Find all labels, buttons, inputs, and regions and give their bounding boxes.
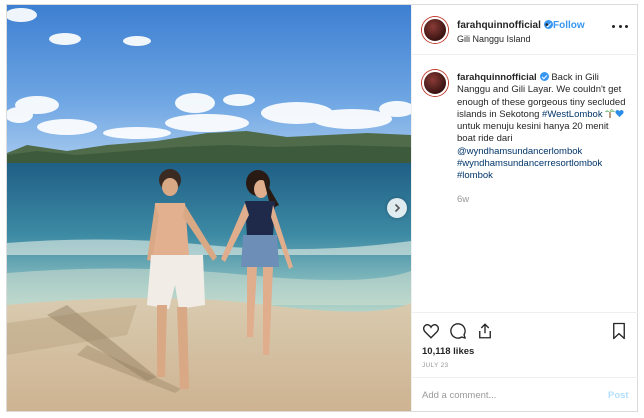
caption-username[interactable]: farahquinnofficial — [457, 72, 537, 83]
likes-count[interactable]: 10,118 likes — [422, 346, 474, 357]
bookmark-icon — [613, 322, 625, 340]
comment-input[interactable] — [422, 387, 592, 403]
caption-section: farahquinnofficial Back in Gili Nanggu a… — [412, 56, 638, 312]
blue-heart-icon — [615, 109, 624, 117]
share-button[interactable] — [476, 322, 494, 340]
heart-icon — [422, 323, 440, 339]
separator-dot: • — [545, 20, 549, 31]
post-side-panel: farahquinnofficial • Follow Gili Nanggu … — [411, 5, 638, 411]
save-button[interactable] — [610, 322, 628, 340]
post-photo[interactable] — [7, 5, 411, 411]
hashtag-lombok[interactable]: #lombok — [457, 170, 493, 181]
comment-icon — [450, 323, 466, 339]
location-link[interactable]: Gili Nanggu Island — [457, 34, 531, 44]
caption-avatar[interactable] — [422, 70, 448, 96]
hashtag-resort[interactable]: #wyndhamsundancerresortlombok — [457, 158, 602, 169]
palm-tree-icon — [605, 108, 616, 118]
chevron-right-icon — [394, 203, 401, 213]
username-link[interactable]: farahquinnofficial — [457, 20, 553, 31]
post-header: farahquinnofficial • Follow Gili Nanggu … — [412, 5, 638, 55]
caption-body-2: untuk menuju kesini hanya 20 menit boat … — [457, 121, 609, 145]
avatar[interactable] — [422, 17, 448, 43]
comment-button[interactable] — [449, 322, 467, 340]
post-comment-button[interactable]: Post — [608, 390, 629, 401]
caption-text: farahquinnofficial Back in Gili Nanggu a… — [457, 72, 629, 183]
verified-badge-icon — [539, 72, 549, 81]
follow-button[interactable]: Follow — [553, 20, 585, 31]
hashtag-westlombok[interactable]: #WestLombok — [542, 109, 603, 120]
beach-photo — [7, 5, 411, 411]
post-date: JULY 23 — [422, 362, 449, 369]
instagram-post: farahquinnofficial • Follow Gili Nanggu … — [6, 4, 638, 412]
comment-bar: Post — [412, 377, 638, 411]
like-button[interactable] — [422, 322, 440, 340]
username[interactable]: farahquinnofficial — [457, 20, 541, 31]
share-icon — [479, 323, 491, 339]
next-photo-button[interactable] — [387, 198, 407, 218]
more-options-icon[interactable] — [612, 21, 628, 31]
actions-section: 10,118 likes JULY 23 — [412, 312, 638, 376]
time-ago[interactable]: 6w — [457, 194, 469, 205]
mention-link[interactable]: @wyndhamsundancerlombok — [457, 146, 582, 157]
